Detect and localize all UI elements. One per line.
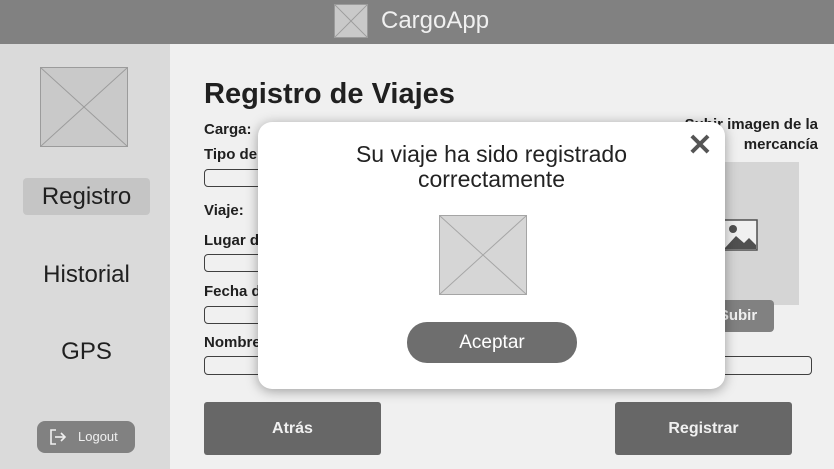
logout-icon [50,429,67,445]
accept-button[interactable]: Aceptar [407,322,577,363]
top-bar: CargoApp [0,0,834,44]
back-button[interactable]: Atrás [204,402,381,455]
logout-button[interactable]: Logout [37,421,135,453]
app-title: CargoApp [381,7,490,34]
register-button[interactable]: Registrar [615,402,792,455]
label-nombre: Nombre [204,334,261,351]
sidebar-item-registro[interactable]: Registro [23,178,150,215]
sidebar-item-historial[interactable]: Historial [23,256,150,293]
avatar-placeholder-icon [40,67,128,147]
logout-label: Logout [78,429,118,444]
label-tipo: Tipo de [204,146,258,163]
label-viaje: Viaje: [204,202,244,219]
close-icon[interactable]: ✕ [686,131,714,161]
label-fecha: Fecha d [204,283,261,300]
page-title: Registro de Viajes [204,78,455,110]
label-lugar: Lugar d [204,232,259,249]
image-icon [722,219,758,251]
image-placeholder-icon [439,215,527,295]
modal-message: Su viaje ha sido registrado correctament… [355,141,628,192]
success-modal: Su viaje ha sido registrado correctament… [258,122,725,389]
app-logo-icon [334,4,368,38]
sidebar-item-gps[interactable]: GPS [23,333,150,370]
label-carga: Carga: [204,121,252,138]
